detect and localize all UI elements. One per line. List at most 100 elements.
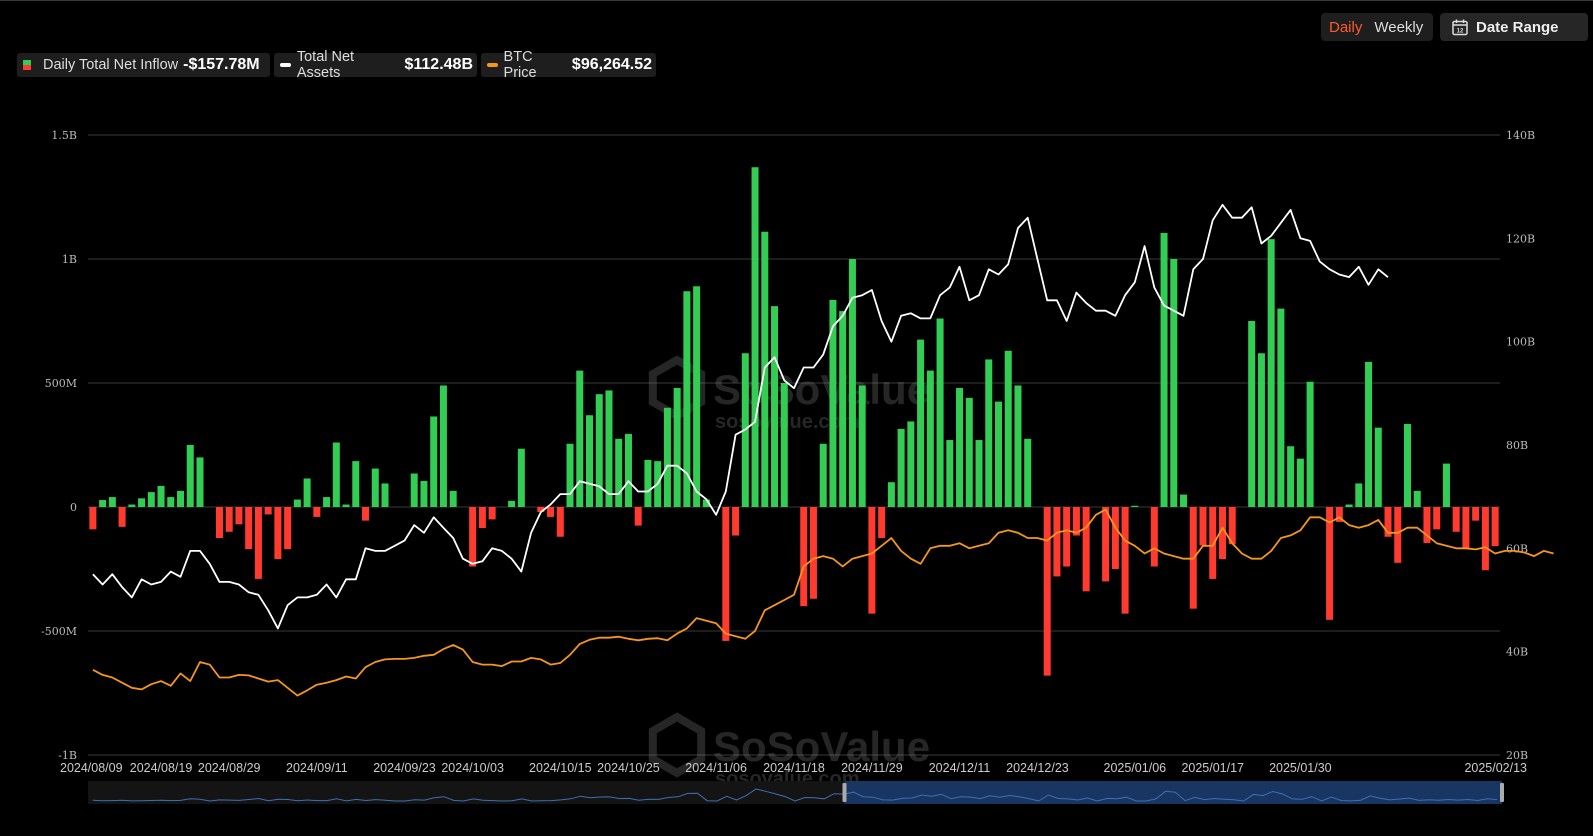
inflow-bar[interactable] (332, 442, 340, 507)
inflow-bar[interactable] (693, 286, 701, 507)
btc-price-line[interactable] (92, 508, 1554, 697)
inflow-bar[interactable] (1199, 507, 1207, 546)
inflow-bar[interactable] (303, 478, 311, 507)
inflow-bar[interactable] (1160, 232, 1168, 507)
inflow-bar[interactable] (1082, 507, 1090, 592)
inflow-bar[interactable] (167, 497, 175, 507)
inflow-bar[interactable] (1024, 438, 1032, 507)
inflow-bar[interactable] (293, 499, 301, 507)
inflow-bar[interactable] (663, 407, 671, 507)
inflow-bar[interactable] (186, 445, 194, 507)
inflow-bar[interactable] (264, 507, 272, 515)
inflow-bar[interactable] (780, 383, 788, 507)
inflow-bar[interactable] (430, 416, 438, 507)
inflow-bar[interactable] (887, 482, 895, 507)
inflow-bar[interactable] (1150, 507, 1158, 567)
inflow-bar[interactable] (839, 311, 847, 507)
inflow-bar[interactable] (1403, 423, 1411, 507)
inflow-bar[interactable] (732, 507, 740, 536)
inflow-bar[interactable] (439, 385, 447, 507)
inflow-bar[interactable] (946, 440, 954, 507)
inflow-bar[interactable] (1345, 504, 1353, 507)
inflow-bar[interactable] (673, 387, 681, 507)
inflow-bar[interactable] (858, 385, 866, 507)
inflow-bar[interactable] (1063, 507, 1071, 567)
inflow-bar[interactable] (488, 507, 496, 520)
inflow-bar[interactable] (449, 490, 457, 507)
inflow-bar[interactable] (235, 507, 243, 525)
inflow-bar[interactable] (362, 507, 370, 521)
inflow-bar[interactable] (1004, 350, 1012, 507)
inflow-bar[interactable] (547, 507, 555, 517)
inflow-bar[interactable] (1472, 507, 1480, 521)
inflow-bar[interactable] (1287, 446, 1295, 507)
inflow-bar[interactable] (907, 421, 915, 507)
inflow-bar[interactable] (1491, 507, 1499, 547)
inflow-bar[interactable] (352, 461, 360, 507)
inflow-bar[interactable] (1433, 507, 1441, 530)
inflow-bar[interactable] (1306, 381, 1314, 507)
inflow-bar[interactable] (313, 507, 321, 517)
inflow-bar[interactable] (624, 433, 632, 507)
inflow-bar[interactable] (1355, 483, 1363, 507)
inflow-bar[interactable] (508, 500, 516, 507)
inflow-bar[interactable] (177, 490, 185, 507)
inflow-bar[interactable] (1413, 490, 1421, 507)
inflow-bar[interactable] (323, 497, 331, 507)
inflow-bar[interactable] (284, 507, 292, 550)
inflow-bar[interactable] (1277, 308, 1285, 507)
inflow-bar[interactable] (985, 359, 993, 507)
inflow-bar[interactable] (1121, 507, 1129, 614)
inflow-bar[interactable] (848, 259, 856, 507)
inflow-bar[interactable] (1326, 507, 1334, 620)
inflow-bar[interactable] (469, 507, 477, 567)
inflow-bar[interactable] (342, 504, 350, 507)
inflow-bar[interactable] (138, 498, 146, 507)
inflow-bar[interactable] (1102, 507, 1110, 582)
inflow-bar[interactable] (371, 468, 379, 507)
inflow-bar[interactable] (576, 370, 584, 507)
navigator-handle[interactable] (1500, 783, 1504, 802)
inflow-bar[interactable] (644, 459, 652, 507)
inflow-bar[interactable] (1131, 505, 1139, 507)
inflow-bar[interactable] (751, 167, 759, 508)
inflow-bar[interactable] (878, 507, 886, 538)
inflow-bar[interactable] (868, 507, 876, 614)
inflow-bar[interactable] (1462, 507, 1470, 550)
inflow-bar[interactable] (722, 507, 730, 641)
inflow-bar[interactable] (926, 370, 934, 507)
inflow-bar[interactable] (1111, 507, 1119, 569)
inflow-bar[interactable] (420, 480, 428, 507)
inflow-bar[interactable] (274, 507, 282, 560)
inflow-bar[interactable] (196, 457, 204, 507)
inflow-bar[interactable] (1014, 385, 1022, 507)
inflow-bar[interactable] (956, 387, 964, 507)
inflow-bar[interactable] (819, 443, 827, 507)
inflow-bar[interactable] (994, 401, 1003, 507)
inflow-bar[interactable] (128, 504, 136, 507)
inflow-bar[interactable] (1452, 507, 1460, 532)
inflow-bar[interactable] (1043, 507, 1051, 676)
inflow-bar[interactable] (478, 507, 486, 529)
inflow-bar[interactable] (1374, 427, 1382, 507)
inflow-bar[interactable] (99, 500, 107, 507)
inflow-bar[interactable] (917, 339, 925, 507)
inflow-bar[interactable] (585, 415, 594, 507)
inflow-bar[interactable] (1296, 458, 1304, 507)
inflow-bar[interactable] (634, 507, 642, 526)
inflow-bar[interactable] (1394, 507, 1402, 563)
inflow-bar[interactable] (1248, 321, 1256, 507)
inflow-bar[interactable] (965, 397, 973, 507)
inflow-chart[interactable]: 1.5B1B500M0-500M-1B140B120B100B80B60B40B… (0, 0, 1593, 836)
inflow-bar[interactable] (245, 507, 253, 550)
inflow-bar[interactable] (157, 485, 165, 507)
inflow-bar[interactable] (147, 492, 155, 507)
inflow-bar[interactable] (381, 483, 389, 507)
inflow-bar[interactable] (1180, 494, 1188, 507)
inflow-bar[interactable] (517, 448, 525, 507)
inflow-bar[interactable] (595, 394, 603, 507)
inflow-bar[interactable] (225, 507, 233, 532)
inflow-bar[interactable] (556, 507, 564, 537)
inflow-bar[interactable] (809, 507, 817, 599)
inflow-bar[interactable] (215, 507, 223, 538)
